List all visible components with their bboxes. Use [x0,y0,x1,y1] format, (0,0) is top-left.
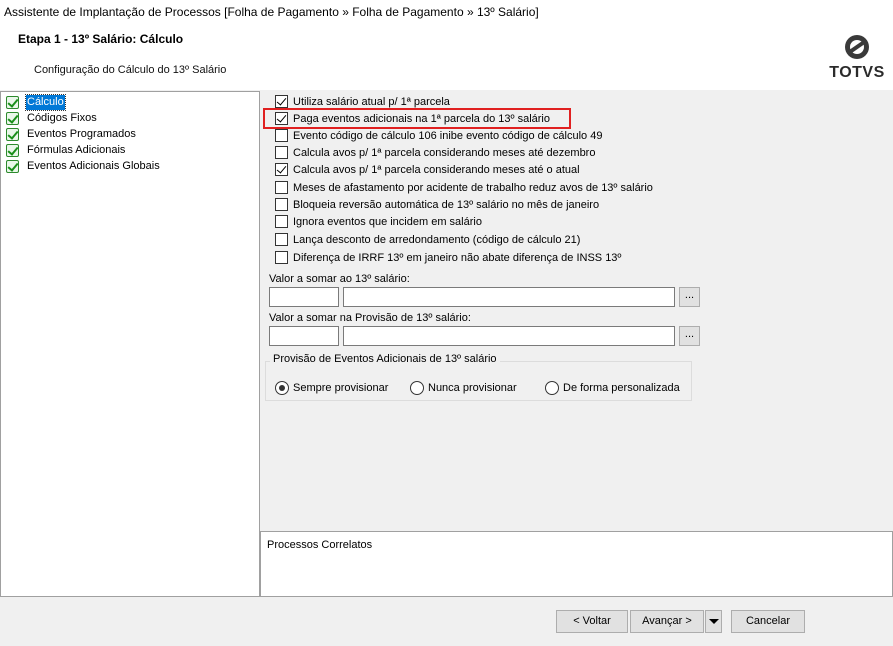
steps-tree: Cálculo Códigos Fixos Eventos Programado… [0,91,260,597]
completed-check-icon [6,128,19,141]
checkbox[interactable] [275,251,288,264]
radio-button[interactable] [275,381,289,395]
checkbox[interactable] [275,181,288,194]
valor-provisao-label: Valor a somar na Provisão de 13º salário… [269,312,471,324]
option-label: Paga eventos adicionais na 1ª parcela do… [293,113,550,125]
option-label: Meses de afastamento por acidente de tra… [293,182,653,194]
option-label: Bloqueia reversão automática de 13º salá… [293,199,600,211]
checkbox[interactable] [275,198,288,211]
radio-button[interactable] [545,381,559,395]
window-title: Assistente de Implantação de Processos [… [4,5,539,19]
valor-somar-code-input[interactable] [269,287,339,307]
next-button[interactable]: Avançar > [630,610,704,633]
option-label: Evento código de cálculo 106 inibe event… [293,130,603,142]
tree-item-label: Códigos Fixos [27,112,97,124]
checkbox[interactable] [275,95,288,108]
provisao-groupbox: Provisão de Eventos Adicionais de 13º sa… [265,353,692,401]
checkbox[interactable] [275,129,288,142]
completed-check-icon [6,96,19,109]
related-processes-title: Processos Correlatos [267,539,373,551]
tree-item-label: Eventos Adicionais Globais [27,160,160,172]
valor-somar-description-input[interactable] [343,287,675,307]
calculation-settings-panel: Utiliza salário atual p/ 1ª parcela Paga… [260,91,893,531]
checkbox[interactable] [275,112,288,125]
radio-button[interactable] [410,381,424,395]
window-titlebar: Assistente de Implantação de Processos [… [0,0,893,24]
completed-check-icon [6,144,19,157]
related-processes-panel: Processos Correlatos [260,531,893,597]
checkbox[interactable] [275,146,288,159]
tree-item-label: Cálculo [25,94,66,111]
option-label: Utiliza salário atual p/ 1ª parcela [293,96,450,108]
step-subtitle: Configuração do Cálculo do 13º Salário [34,64,227,76]
wizard-header: Etapa 1 - 13º Salário: Cálculo Configura… [0,24,893,90]
totvs-logo-text: TOTVS [829,64,885,81]
totvs-logo: TOTVS [829,34,885,84]
checkbox[interactable] [275,215,288,228]
option-label: Ignora eventos que incidem em salário [293,216,482,228]
back-button[interactable]: < Voltar [556,610,628,633]
option-label: Calcula avos p/ 1ª parcela considerando … [293,164,580,176]
cancel-button[interactable]: Cancelar [731,610,805,633]
valor-somar-lookup-button[interactable]: ... [679,287,700,307]
option-label: Diferença de IRRF 13º em janeiro não aba… [293,252,622,264]
completed-check-icon [6,160,19,173]
valor-somar-label: Valor a somar ao 13º salário: [269,273,410,285]
checkbox[interactable] [275,233,288,246]
radio-label: Sempre provisionar [293,382,389,394]
step-title: Etapa 1 - 13º Salário: Cálculo [18,32,184,46]
radio-label: De forma personalizada [563,382,680,394]
provisao-groupbox-title: Provisão de Eventos Adicionais de 13º sa… [270,353,500,365]
valor-provisao-lookup-button[interactable]: ... [679,326,700,346]
option-label: Lança desconto de arredondamento (código… [293,234,581,246]
radio-label: Nunca provisionar [428,382,517,394]
valor-provisao-code-input[interactable] [269,326,339,346]
tree-item-label: Fórmulas Adicionais [27,144,126,156]
completed-check-icon [6,112,19,125]
next-dropdown-button[interactable] [705,610,722,633]
valor-provisao-description-input[interactable] [343,326,675,346]
tree-item-label: Eventos Programados [27,128,136,140]
checkbox[interactable] [275,163,288,176]
option-label: Calcula avos p/ 1ª parcela considerando … [293,147,596,159]
totvs-logo-icon [845,35,869,59]
